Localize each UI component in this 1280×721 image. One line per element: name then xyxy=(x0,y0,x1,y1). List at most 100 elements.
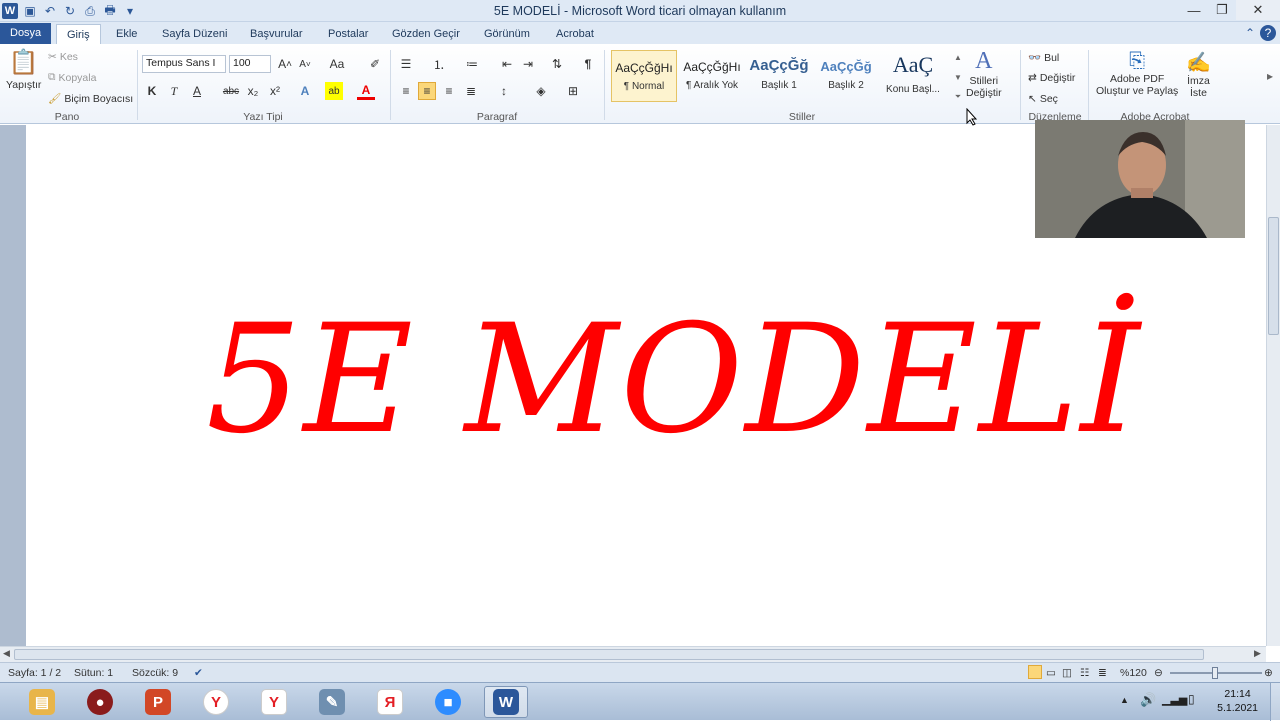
minimize-icon[interactable]: — xyxy=(1180,0,1208,20)
taskbar-yandex-browser[interactable]: Y xyxy=(194,686,238,718)
scroll-right-icon[interactable]: ▶ xyxy=(1254,648,1261,659)
request-signature-button[interactable]: ✍ İmza İste xyxy=(1186,50,1211,99)
taskbar-zoom[interactable]: ■ xyxy=(426,686,470,718)
minimize-ribbon-icon[interactable]: ⌃ xyxy=(1242,25,1258,41)
align-center-icon[interactable]: ≡ xyxy=(418,82,436,100)
tab-insert[interactable]: Ekle xyxy=(106,24,147,44)
styles-more-icon[interactable]: ⏷ xyxy=(949,88,967,106)
draft-view-icon[interactable]: ≣ xyxy=(1098,667,1107,679)
sort-icon[interactable]: ⇅ xyxy=(548,55,566,73)
taskbar-paint-tool[interactable]: ✎ xyxy=(310,686,354,718)
battery-icon[interactable]: ▯ xyxy=(1188,692,1195,706)
select-button[interactable]: ↖ Seç xyxy=(1028,93,1058,105)
vertical-scrollbar-thumb[interactable] xyxy=(1268,217,1279,335)
italic-button[interactable]: T xyxy=(165,82,183,100)
mouse-cursor-icon xyxy=(966,108,978,126)
find-button[interactable]: 👓 Bul xyxy=(1028,51,1059,65)
ribbon-scroll-icon[interactable]: ▸ xyxy=(1262,68,1278,84)
increase-indent-icon[interactable]: ⇥ xyxy=(519,55,537,73)
vertical-scrollbar[interactable] xyxy=(1266,125,1280,646)
change-case-icon[interactable]: Aa xyxy=(328,55,346,73)
font-size-combo[interactable]: 100 xyxy=(229,55,271,73)
taskbar-powerpoint[interactable]: P xyxy=(136,686,180,718)
copy-button[interactable]: ⧉ Kopyala xyxy=(48,71,96,84)
line-spacing-icon[interactable]: ↕ xyxy=(495,82,513,100)
highlight-icon[interactable]: ab xyxy=(325,82,343,100)
superscript-button[interactable]: x² xyxy=(266,82,284,100)
style-heading-1[interactable]: AaÇçĞğ Başlık 1 xyxy=(746,50,812,102)
cut-button[interactable]: ✂ Kes xyxy=(48,51,78,63)
help-icon[interactable]: ? xyxy=(1260,25,1276,41)
strikethrough-button[interactable]: abc xyxy=(220,82,242,100)
grow-font-icon[interactable]: A ˄ xyxy=(276,55,294,73)
tab-view[interactable]: Görünüm xyxy=(474,24,540,44)
styles-scroll-up-icon[interactable]: ▲ xyxy=(949,48,967,66)
shading-icon[interactable]: ◈ xyxy=(532,82,550,100)
tab-file[interactable]: Dosya xyxy=(0,23,52,44)
tab-home[interactable]: Giriş xyxy=(56,24,101,44)
show-desktop-button[interactable] xyxy=(1270,683,1280,721)
horizontal-scrollbar[interactable]: ◀ ▶ xyxy=(0,646,1266,662)
zoom-out-icon[interactable]: ⊖ xyxy=(1154,667,1163,679)
column-indicator[interactable]: Sütun: 1 xyxy=(74,667,113,679)
outline-view-icon[interactable]: ☷ xyxy=(1080,667,1089,679)
tab-acrobat[interactable]: Acrobat xyxy=(546,24,604,44)
style-title[interactable]: AaÇ Konu Başl... xyxy=(880,50,946,102)
close-icon[interactable]: ✕ xyxy=(1236,0,1280,20)
word-count[interactable]: Sözcük: 9 xyxy=(132,667,178,679)
borders-icon[interactable]: ⊞ xyxy=(564,82,582,100)
zoom-slider-thumb[interactable] xyxy=(1212,667,1218,679)
tab-references[interactable]: Başvurular xyxy=(240,24,313,44)
separator xyxy=(390,50,391,120)
clipboard-icon: 📋 xyxy=(8,49,39,76)
create-pdf-button[interactable]: ⎘ Adobe PDF Oluştur ve Paylaş xyxy=(1096,50,1178,97)
format-painter-button[interactable]: 🖌 Biçim Boyacısı xyxy=(48,92,133,106)
style-heading-2[interactable]: AaÇçĞğ Başlık 2 xyxy=(813,50,879,102)
print-layout-view-icon[interactable] xyxy=(1028,665,1042,679)
align-right-icon[interactable]: ≡ xyxy=(440,82,458,100)
page-count[interactable]: Sayfa: 1 / 2 xyxy=(8,667,61,679)
system-clock[interactable]: 21:14 5.1.2021 xyxy=(1217,687,1258,715)
taskbar-yandex[interactable]: Я xyxy=(368,686,412,718)
styles-scroll-down-icon[interactable]: ▼ xyxy=(949,68,967,86)
subscript-button[interactable]: x₂ xyxy=(244,82,262,100)
justify-icon[interactable]: ≣ xyxy=(462,82,480,100)
show-formatting-button[interactable]: ¶ xyxy=(579,55,597,73)
zoom-level[interactable]: %120 xyxy=(1120,667,1147,679)
scroll-left-icon[interactable]: ◀ xyxy=(3,648,10,659)
full-screen-view-icon[interactable]: ▭ xyxy=(1046,667,1056,679)
horizontal-scrollbar-thumb[interactable] xyxy=(14,649,1204,660)
taskbar-explorer[interactable]: ▤ xyxy=(20,686,64,718)
taskbar-media-player[interactable]: ● xyxy=(78,686,122,718)
decrease-indent-icon[interactable]: ⇤ xyxy=(498,55,516,73)
multilevel-list-icon[interactable]: ≔ xyxy=(463,55,481,73)
align-left-icon[interactable]: ≡ xyxy=(397,82,415,100)
tab-page-layout[interactable]: Sayfa Düzeni xyxy=(152,24,237,44)
font-name-combo[interactable]: Tempus Sans I xyxy=(142,55,226,73)
taskbar-yandex-browser-2[interactable]: Y xyxy=(252,686,296,718)
replace-button[interactable]: ⇄ Değiştir xyxy=(1028,72,1075,84)
document-heading[interactable]: 5E MODELİ xyxy=(206,293,1166,467)
volume-icon[interactable]: 🔊 xyxy=(1140,692,1156,708)
web-layout-view-icon[interactable]: ◫ xyxy=(1062,667,1072,679)
paste-button[interactable]: 📋 Yapıştır xyxy=(6,48,41,91)
underline-button[interactable]: A xyxy=(188,82,206,100)
style-normal[interactable]: AaÇçĞğHı ¶ Normal xyxy=(611,50,677,102)
taskbar-word[interactable]: W xyxy=(484,686,528,718)
bullets-icon[interactable]: ☰ xyxy=(397,55,415,73)
shrink-font-icon[interactable]: A ˅ xyxy=(296,55,314,73)
restore-icon[interactable]: ❐ xyxy=(1208,0,1236,20)
network-icon[interactable]: ▁▃▅ xyxy=(1162,693,1187,706)
show-hidden-icons-icon[interactable]: ▲ xyxy=(1120,695,1129,705)
proofing-icon[interactable]: ✔ xyxy=(194,667,203,679)
zoom-in-icon[interactable]: ⊕ xyxy=(1264,667,1273,679)
clear-formatting-icon[interactable]: ✐ xyxy=(366,55,384,73)
style-no-spacing[interactable]: AaÇçĞğHı ¶ Aralık Yok xyxy=(679,50,745,102)
bold-button[interactable]: K xyxy=(143,82,161,100)
change-styles-button[interactable]: A Stilleri Değiştir xyxy=(966,48,1002,99)
tab-mailings[interactable]: Postalar xyxy=(318,24,378,44)
text-effects-icon[interactable]: A xyxy=(296,82,314,100)
numbering-icon[interactable]: ⒈ xyxy=(430,55,448,73)
font-color-icon[interactable]: A xyxy=(357,82,375,100)
tab-review[interactable]: Gözden Geçir xyxy=(382,24,470,44)
